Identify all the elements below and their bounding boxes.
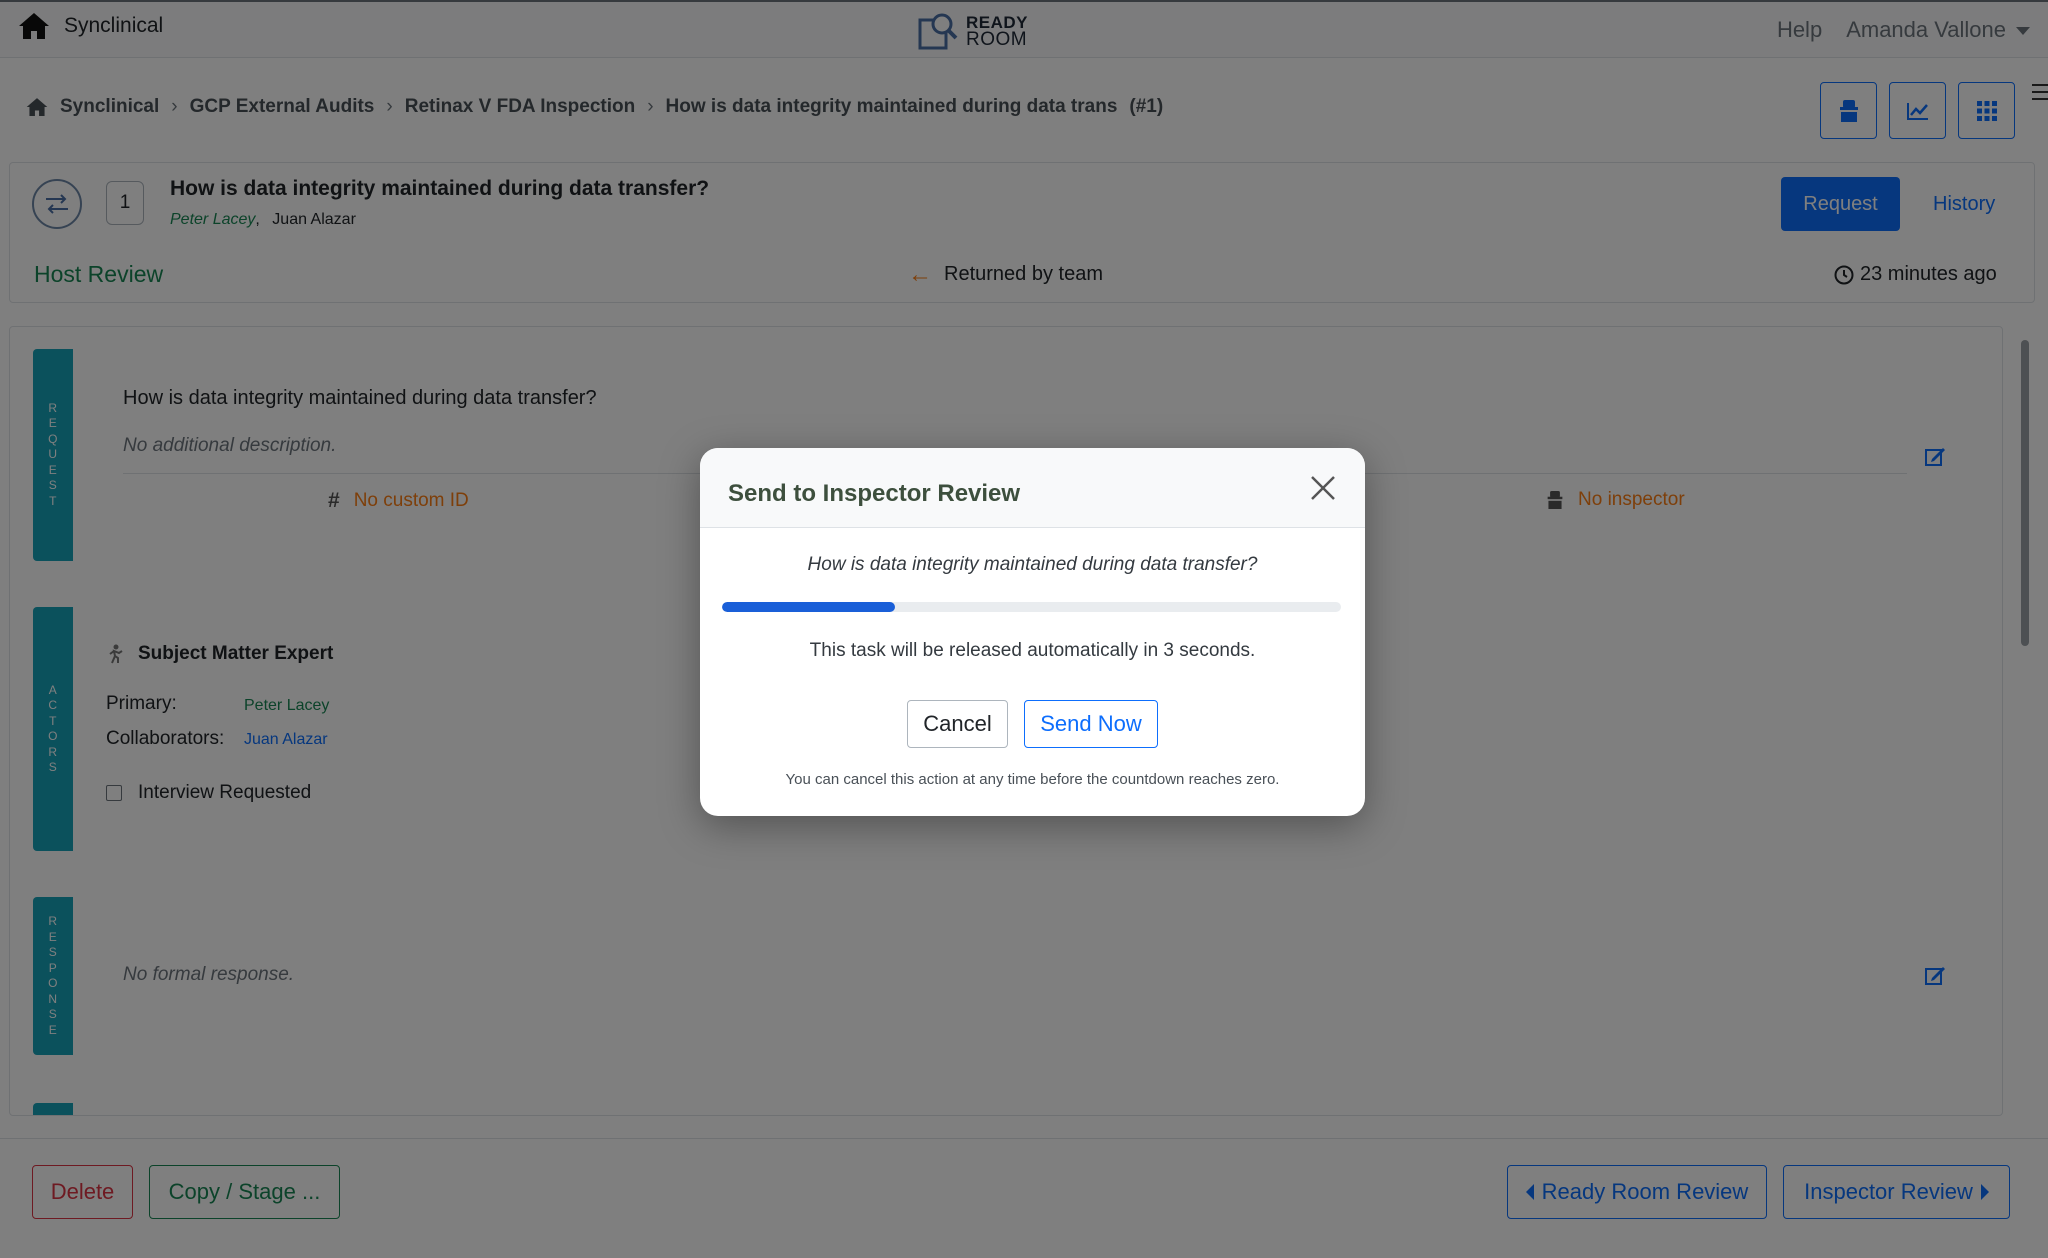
send-now-button[interactable]: Send Now [1024,700,1158,748]
cancel-button[interactable]: Cancel [907,700,1008,748]
send-review-modal: Send to Inspector Review How is data int… [700,448,1365,816]
modal-header: Send to Inspector Review [700,448,1365,528]
progress-fill [722,602,896,612]
modal-buttons: Cancel Send Now [700,700,1365,748]
countdown-progress [722,602,1341,612]
modal-question: How is data integrity maintained during … [807,554,1258,575]
modal-note: You can cancel this action at any time b… [785,771,1280,788]
modal-message: This task will be released automatically… [809,640,1256,661]
modal-title: Send to Inspector Review [728,480,1021,507]
close-icon[interactable] [1309,474,1337,502]
